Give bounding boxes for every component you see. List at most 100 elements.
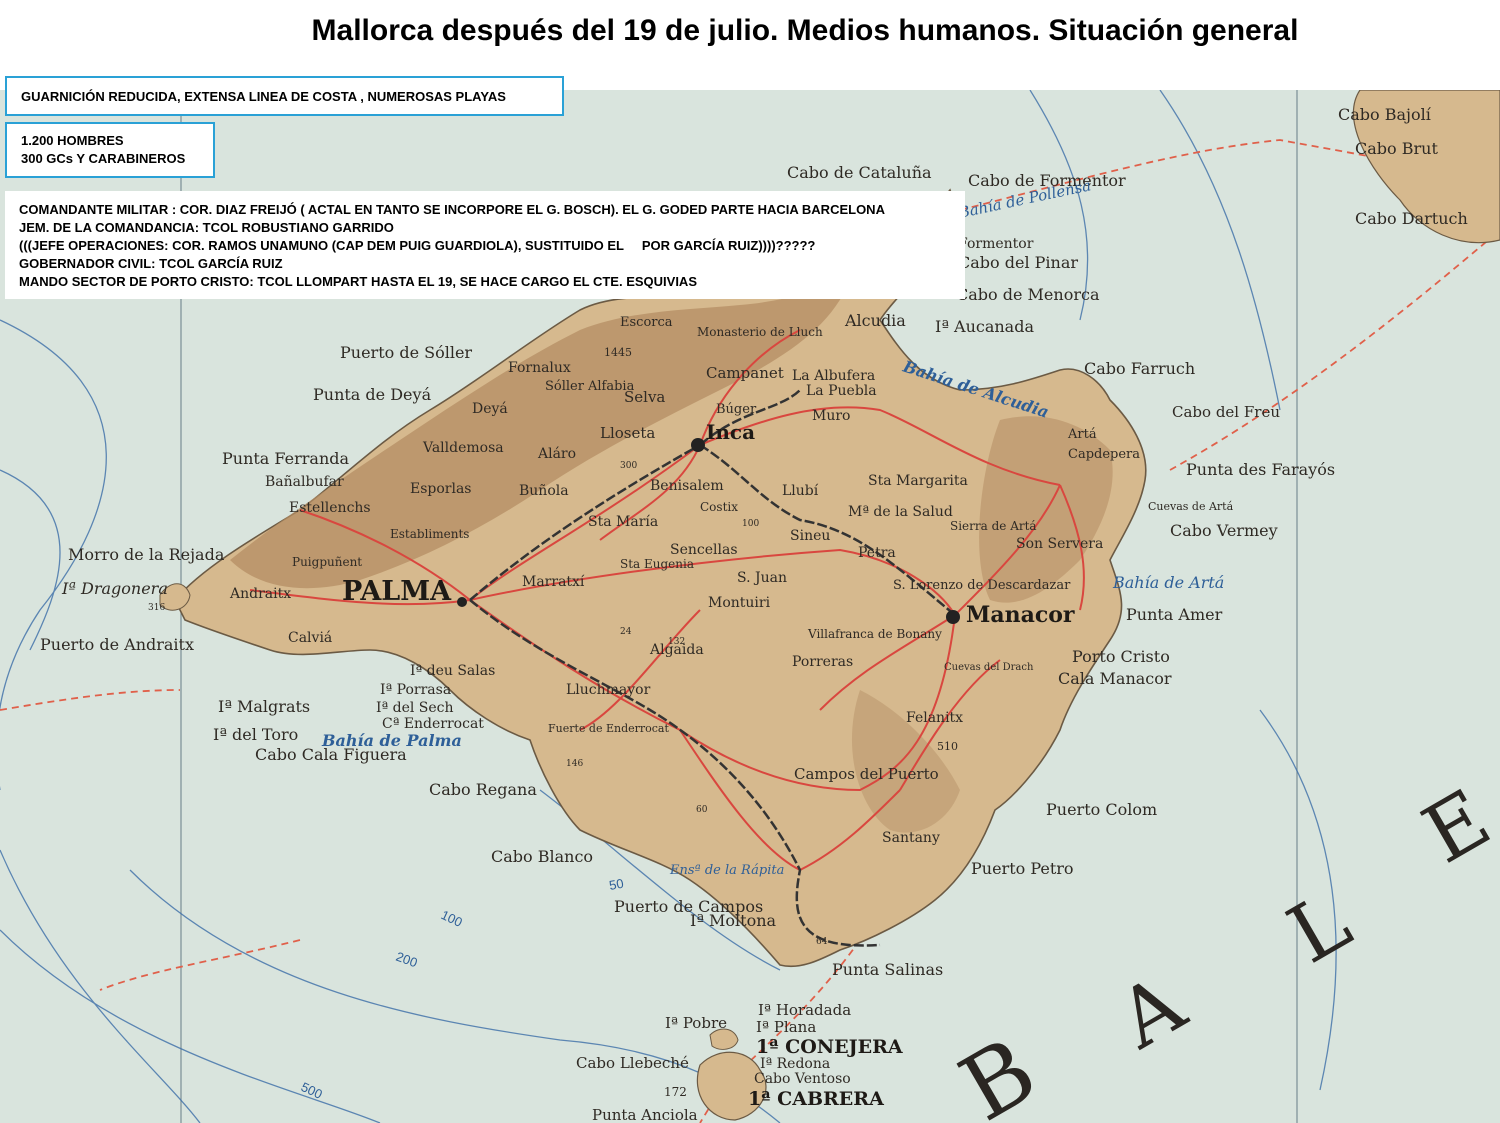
info-line: GOBERNADOR CIVIL: TCOL GARCÍA RUIZ <box>19 256 283 271</box>
place-label: Felanitx <box>906 710 963 726</box>
place-label: Cabo de Menorca <box>956 285 1100 304</box>
conejera-label: 1ª CONEJERA <box>756 1036 903 1058</box>
manacor-label: Manacor <box>966 602 1075 628</box>
place-label: Cabo Blanco <box>491 847 593 866</box>
place-label: Cala Manacor <box>1058 669 1172 688</box>
place-label: Punta de Deyá <box>313 385 432 404</box>
place-label: Morro de la Rejada <box>68 545 225 564</box>
place-label: Iª Moltona <box>690 911 777 930</box>
place-label: Buñola <box>519 483 569 499</box>
place-label: Fuerte de Enderrocat <box>548 722 669 735</box>
place-label: Valldemosa <box>422 440 504 456</box>
place-label: Cabo Ventoso <box>754 1071 851 1087</box>
place-label: 300 <box>620 461 637 471</box>
place-label: 60 <box>696 805 708 815</box>
place-label: Punta Ferranda <box>222 449 350 468</box>
place-label: Sierra de Artá <box>950 519 1037 533</box>
info-line: MANDO SECTOR DE PORTO CRISTO: TCOL LLOMP… <box>19 274 697 289</box>
place-label: Alcudia <box>844 311 906 330</box>
place-label: Iª Dragonera <box>61 579 168 598</box>
place-label: Benisalem <box>650 478 724 494</box>
place-label: Formentor <box>958 236 1034 252</box>
place-label: Porreras <box>792 654 853 670</box>
place-label: Montuiri <box>708 595 771 611</box>
place-label: 510 <box>937 740 958 753</box>
place-label: Cabo Dartuch <box>1355 209 1468 228</box>
place-label: Puerto de Sóller <box>340 343 472 362</box>
place-label: 172 <box>664 1085 687 1099</box>
conejera-island <box>709 1028 739 1050</box>
palma-label: PALMA <box>342 576 452 607</box>
place-label: Cabo Vermey <box>1170 521 1278 540</box>
sea-label: Ensª de la Rápita <box>669 863 784 878</box>
place-label: Puerto de Andraitx <box>40 635 194 654</box>
info-box-garrison: GUARNICIÓN REDUCIDA, EXTENSA LINEA DE CO… <box>5 76 564 116</box>
place-label: Cabo de Cataluña <box>787 163 932 182</box>
place-label: Iª del Sech <box>376 700 454 716</box>
place-label: 1445 <box>604 346 632 359</box>
place-label: Son Servera <box>1016 536 1103 552</box>
place-label: Cabo del Pinar <box>958 253 1078 272</box>
place-label: Mª de la Salud <box>848 504 953 520</box>
info-box-command: COMANDANTE MILITAR : COR. DIAZ FREIJÓ ( … <box>5 191 965 299</box>
place-label: Puerto Petro <box>971 859 1074 878</box>
place-label: Porto Cristo <box>1072 647 1170 666</box>
place-label: Sta Eugenia <box>620 557 694 571</box>
cabrera-label: 1ª CABRERA <box>748 1088 884 1110</box>
info-line: 300 GCs Y CARABINEROS <box>21 151 186 166</box>
place-label: Selva <box>624 388 665 406</box>
place-label: Artá <box>1067 427 1097 442</box>
place-label: Villafranca de Bonany <box>807 627 942 641</box>
place-label: Punta Amer <box>1126 605 1223 624</box>
info-line: JEM. DE LA COMANDANCIA: TCOL ROBUSTIANO … <box>19 220 394 235</box>
place-label: Cuevas de Artá <box>1148 500 1234 513</box>
place-label: Sencellas <box>670 542 738 558</box>
place-label: Bañalbufar <box>265 474 344 490</box>
place-label: Cabo Regana <box>429 780 537 799</box>
place-label: 64 <box>816 937 828 947</box>
info-line: GUARNICIÓN REDUCIDA, EXTENSA LINEA DE CO… <box>21 89 506 104</box>
place-label: Marratxí <box>522 574 585 590</box>
info-box-forces: 1.200 HOMBRES 300 GCs Y CARABINEROS <box>5 122 215 178</box>
place-label: Sta Margarita <box>868 473 968 489</box>
place-label: S. Lorenzo de Descardazar <box>893 578 1071 593</box>
place-label: 316 <box>148 603 165 613</box>
place-label: Costix <box>700 500 738 514</box>
place-label: Bahía de Artá <box>1112 573 1224 592</box>
place-label: Cabo del Freu <box>1172 403 1280 421</box>
place-label: Sóller <box>545 379 585 394</box>
place-label: Campos del Puerto <box>794 765 939 783</box>
place-label: Iª Pobre <box>665 1014 727 1032</box>
place-label: S. Juan <box>737 570 787 586</box>
place-label: Calviá <box>288 630 332 646</box>
place-label: Muro <box>812 408 850 424</box>
place-label: Escorca <box>620 315 673 330</box>
place-label: Punta Salinas <box>832 960 943 979</box>
place-label: Búger <box>716 402 757 417</box>
place-label: Iª Redona <box>760 1056 830 1072</box>
place-label: Estellenchs <box>289 500 371 516</box>
place-label: Llubí <box>782 483 819 499</box>
inca-label: Inca <box>706 420 755 444</box>
place-label: Petra <box>858 545 896 561</box>
place-label: Establiments <box>390 527 469 541</box>
place-label: Iª Plana <box>756 1018 816 1036</box>
place-label: Iª Malgrats <box>218 697 310 716</box>
palma-marker <box>457 597 467 607</box>
place-label: Iª Aucanada <box>935 317 1034 336</box>
place-label: Cabo Brut <box>1355 139 1438 158</box>
place-label: 132 <box>668 637 685 647</box>
place-label: Puerto Colom <box>1046 800 1157 819</box>
place-label: Cª Enderrocat <box>382 716 484 732</box>
place-label: Punta Anciola <box>592 1106 698 1123</box>
info-line: (((JEFE OPERACIONES: COR. RAMOS UNAMUNO … <box>19 238 816 253</box>
place-label: Lloseta <box>600 424 655 442</box>
info-line: COMANDANTE MILITAR : COR. DIAZ FREIJÓ ( … <box>19 202 885 217</box>
place-label: 146 <box>566 759 583 769</box>
place-label: Monasterio de Lluch <box>697 325 823 339</box>
place-label: Punta des Farayós <box>1186 460 1335 479</box>
place-label: La Puebla <box>806 383 877 399</box>
place-label: Campanet <box>706 364 784 382</box>
place-label: Puigpuñent <box>292 555 362 569</box>
place-label: 100 <box>742 519 759 529</box>
